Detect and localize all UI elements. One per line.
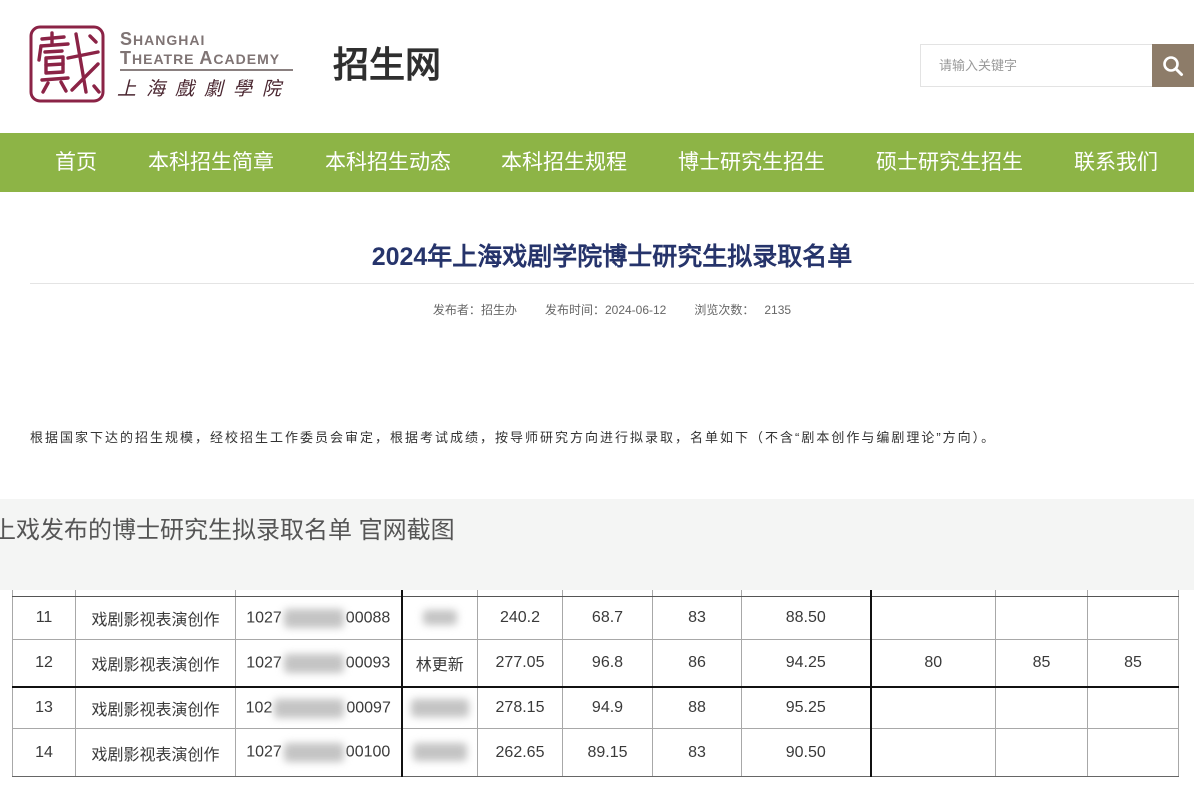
search-input[interactable] xyxy=(920,44,1152,87)
table-row: 11 戏剧影视表演创作 1027 00088 240.2 68.7 83 88.5… xyxy=(12,596,1179,640)
score-cell: 94.25 xyxy=(741,639,872,688)
nav-item-phd-admissions[interactable]: 博士研究生招生 xyxy=(678,133,825,192)
score-cell: 86 xyxy=(652,639,742,688)
meta-views-label: 浏览次数： xyxy=(694,303,755,317)
score-cell: 240.2 xyxy=(477,596,563,640)
redaction-blur xyxy=(422,610,457,626)
empty-cell xyxy=(995,596,1088,640)
score-cell: 83 xyxy=(652,728,742,777)
meta-publisher: 发布者：招生办 xyxy=(433,303,517,317)
candidate-id-suffix: 00093 xyxy=(345,654,391,672)
score-cell: 262.65 xyxy=(477,728,563,777)
admission-table: 11 戏剧影视表演创作 1027 00088 240.2 68.7 83 88.5… xyxy=(12,590,1179,777)
nav-item-undergrad-news[interactable]: 本科招生动态 xyxy=(325,133,451,192)
table-row: 14 戏剧影视表演创作 1027 00100 262.65 89.15 83 90… xyxy=(12,728,1179,777)
row-number-cell: 11 xyxy=(12,596,76,640)
candidate-id-cell: 1027 00088 xyxy=(235,596,403,640)
empty-cell xyxy=(870,686,996,729)
score-cell: 88.50 xyxy=(741,596,872,640)
logo-text-theatre-academy: THEATRE ACADEMY xyxy=(120,49,293,71)
nav-item-masters-admissions[interactable]: 硕士研究生招生 xyxy=(876,133,1023,192)
major-cell: 戏剧影视表演创作 xyxy=(75,728,236,777)
candidate-id-cell: 102 00097 xyxy=(235,686,403,729)
candidate-id-prefix: 1027 xyxy=(246,609,282,627)
logo-word-theatre: THEATRE xyxy=(120,48,195,68)
candidate-id-suffix: 00097 xyxy=(346,699,391,717)
score-cell: 83 xyxy=(652,596,742,640)
score-cell: 278.15 xyxy=(477,686,563,729)
nav-item-undergrad-brochure[interactable]: 本科招生简章 xyxy=(148,133,274,192)
article-title: 2024年上海戏剧学院博士研究生拟录取名单 xyxy=(371,243,853,271)
score-cell: 90.50 xyxy=(741,728,872,777)
meta-date-value: 2024-06-12 xyxy=(604,303,667,317)
empty-cell xyxy=(870,596,996,640)
candidate-id-prefix: 1027 xyxy=(246,743,282,761)
logo-word-academy: ACADEMY xyxy=(199,48,281,68)
score-cell: 80 xyxy=(870,639,996,688)
candidate-id-cell: 1027 00100 xyxy=(235,728,403,777)
name-cell xyxy=(401,728,478,777)
empty-cell xyxy=(1087,596,1179,640)
score-cell: 95.25 xyxy=(741,686,872,729)
major-cell: 戏剧影视表演创作 xyxy=(75,639,236,688)
candidate-id-cell: 1027 00093 xyxy=(235,639,403,688)
name-cell xyxy=(401,686,478,729)
nav-item-contact-us[interactable]: 联系我们 xyxy=(1074,133,1158,192)
candidate-id-prefix: 1027 xyxy=(246,654,282,672)
row-number-cell: 13 xyxy=(12,686,76,729)
candidate-id-suffix: 00100 xyxy=(345,743,391,761)
empty-cell xyxy=(995,728,1088,777)
meta-views: 浏览次数： 2135 xyxy=(694,303,791,317)
score-cell: 96.8 xyxy=(562,639,653,688)
logo-emblem-icon xyxy=(29,25,105,103)
table-row: 13 戏剧影视表演创作 102 00097 278.15 94.9 88 95.2… xyxy=(12,686,1179,729)
main-nav: 首页 本科招生简章 本科招生动态 本科招生规程 博士研究生招生 硕士研究生招生 … xyxy=(0,133,1194,192)
redaction-blur xyxy=(274,698,345,718)
row-number-cell: 14 xyxy=(12,728,76,777)
empty-cell xyxy=(995,686,1088,729)
redaction-blur xyxy=(283,743,344,762)
search-button[interactable] xyxy=(1152,44,1194,87)
meta-date: 发布时间：2024-06-12 xyxy=(545,303,666,317)
major-cell: 戏剧影视表演创作 xyxy=(75,686,236,729)
row-number-cell: 12 xyxy=(12,639,76,688)
empty-cell xyxy=(1087,728,1179,777)
meta-publisher-value: 招生办 xyxy=(480,303,517,317)
logo-text-chinese: 上海戲劇學院 xyxy=(117,78,292,100)
site-title[interactable]: 招生网 xyxy=(333,44,441,86)
redaction-blur xyxy=(283,608,344,628)
score-cell: 94.9 xyxy=(562,686,653,729)
site-logo[interactable]: SHANGHAI THEATRE ACADEMY 上海戲劇學院 xyxy=(28,24,300,106)
logo-text-shanghai: SHANGHAI xyxy=(120,29,206,49)
nav-item-undergrad-regulations[interactable]: 本科招生规程 xyxy=(501,133,627,192)
score-cell: 277.05 xyxy=(477,639,563,688)
score-cell: 85 xyxy=(995,639,1088,688)
article-intro: 根据国家下达的招生规模，经校招生工作委员会审定，根据考试成绩，按导师研究方向进行… xyxy=(30,430,997,445)
candidate-id-prefix: 102 xyxy=(245,699,273,717)
empty-cell xyxy=(1087,686,1179,729)
candidate-id-suffix: 00088 xyxy=(345,609,391,627)
redaction-blur xyxy=(410,698,469,717)
score-cell: 68.7 xyxy=(562,596,653,640)
score-cell: 88 xyxy=(652,686,742,729)
empty-cell xyxy=(870,728,996,777)
name-cell: 林更新 xyxy=(401,639,478,688)
score-cell: 89.15 xyxy=(562,728,653,777)
meta-publisher-label: 发布者： xyxy=(432,303,481,317)
title-divider xyxy=(30,283,1194,284)
name-cell xyxy=(401,596,478,640)
redaction-blur xyxy=(412,743,467,762)
search-icon xyxy=(1163,55,1183,76)
screenshot-caption: 上戏发布的博士研究生拟录取名单 官网截图 xyxy=(0,517,455,544)
score-cell: 85 xyxy=(1087,639,1179,688)
redaction-blur xyxy=(283,653,344,673)
meta-views-value: 2135 xyxy=(764,303,792,317)
table-row: 12 戏剧影视表演创作 1027 00093 林更新 277.05 96.8 86… xyxy=(12,639,1179,688)
meta-date-label: 发布时间： xyxy=(544,303,605,317)
article-meta: 发布者：招生办 发布时间：2024-06-12 浏览次数： 2135 xyxy=(30,302,1194,318)
screenshot-caption-band: 上戏发布的博士研究生拟录取名单 官网截图 xyxy=(0,499,1194,590)
major-cell: 戏剧影视表演创作 xyxy=(75,596,236,640)
nav-item-home[interactable]: 首页 xyxy=(55,133,97,192)
